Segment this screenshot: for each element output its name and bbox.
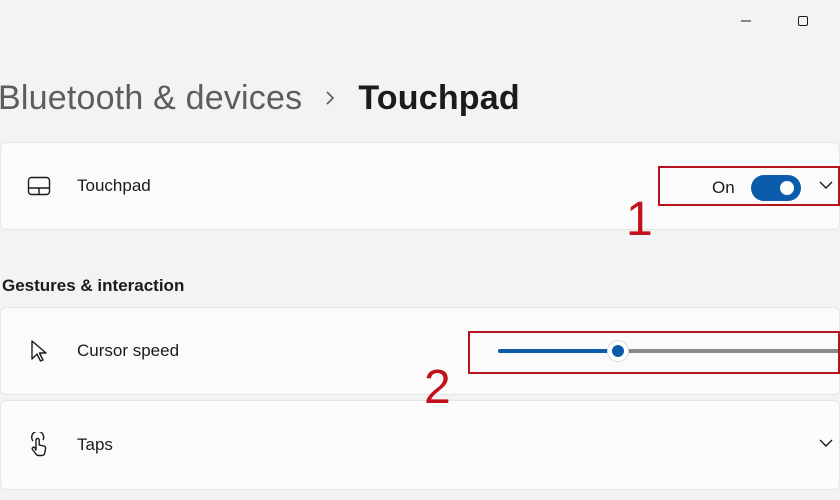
taps-setting-card[interactable]: Taps bbox=[0, 400, 840, 490]
tap-gesture-icon bbox=[25, 431, 53, 459]
maximize-icon bbox=[798, 16, 808, 26]
annotation-number-2: 2 bbox=[424, 361, 451, 414]
minimize-icon bbox=[741, 20, 751, 22]
annotation-box-1 bbox=[658, 166, 840, 206]
taps-label: Taps bbox=[77, 435, 113, 454]
breadcrumb: Bluetooth & devices Touchpad bbox=[0, 72, 520, 124]
cursor-icon bbox=[25, 337, 53, 365]
cursor-speed-label: Cursor speed bbox=[77, 341, 180, 360]
settings-window: Bluetooth & devices Touchpad Touchpad On… bbox=[0, 0, 840, 500]
breadcrumb-parent-link[interactable]: Bluetooth & devices bbox=[0, 79, 302, 118]
section-title: Gestures & interaction bbox=[2, 276, 185, 295]
page-title: Touchpad bbox=[358, 78, 520, 117]
touchpad-icon bbox=[25, 172, 53, 200]
annotation-number-1: 1 bbox=[626, 193, 653, 246]
chevron-right-icon bbox=[324, 90, 336, 106]
annotation-box-2 bbox=[468, 331, 840, 374]
minimize-button[interactable] bbox=[723, 6, 769, 36]
maximize-button[interactable] bbox=[780, 6, 826, 36]
chevron-down-icon[interactable] bbox=[818, 436, 834, 454]
touchpad-label: Touchpad bbox=[77, 176, 151, 195]
